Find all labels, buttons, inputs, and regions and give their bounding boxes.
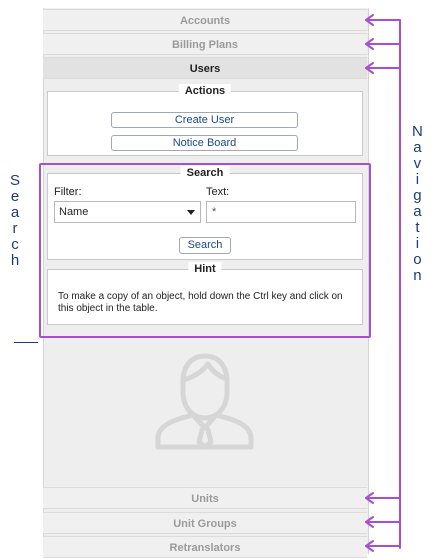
search-letter: c [11, 236, 19, 253]
nav-item-unit-groups[interactable]: Unit Groups [43, 512, 367, 534]
navigation-letter: N [412, 123, 423, 140]
nav-item-accounts[interactable]: Accounts [43, 9, 367, 31]
user-silhouette-icon [155, 353, 254, 450]
search-letter: S [10, 172, 21, 189]
nav-item-retranslators[interactable]: Retranslators [43, 536, 367, 558]
navigation-letter: n [413, 267, 422, 284]
search-annotation-word: S e a r c h [10, 173, 20, 269]
search-letter: h [10, 252, 20, 269]
nav-item-units[interactable]: Units [43, 487, 367, 509]
notice-board-button[interactable]: Notice Board [111, 135, 298, 151]
create-user-button[interactable]: Create User [111, 112, 298, 128]
navigation-letter: t [415, 219, 420, 236]
navigation-letter: a [413, 139, 422, 156]
navigation-letter: g [413, 187, 422, 204]
search-highlight-box [39, 163, 371, 338]
navigation-letter: i [415, 171, 420, 188]
navigation-letter: o [413, 251, 422, 268]
navigation-letter: a [413, 203, 422, 220]
nav-item-users[interactable]: Users [43, 57, 367, 79]
search-annotation-line [14, 342, 38, 343]
nav-item-billing-plans[interactable]: Billing Plans [43, 33, 367, 55]
actions-legend: Actions [178, 84, 232, 98]
actions-group: Actions Create User Notice Board [47, 84, 363, 156]
search-letter: r [12, 220, 18, 237]
navigation-bracket [365, 14, 401, 552]
search-letter: a [10, 204, 20, 221]
navigation-annotation-word: N a v i g a t i o n [412, 124, 423, 284]
search-letter: e [10, 188, 20, 205]
navigation-letter: i [415, 235, 420, 252]
navigation-letter: v [413, 155, 422, 172]
